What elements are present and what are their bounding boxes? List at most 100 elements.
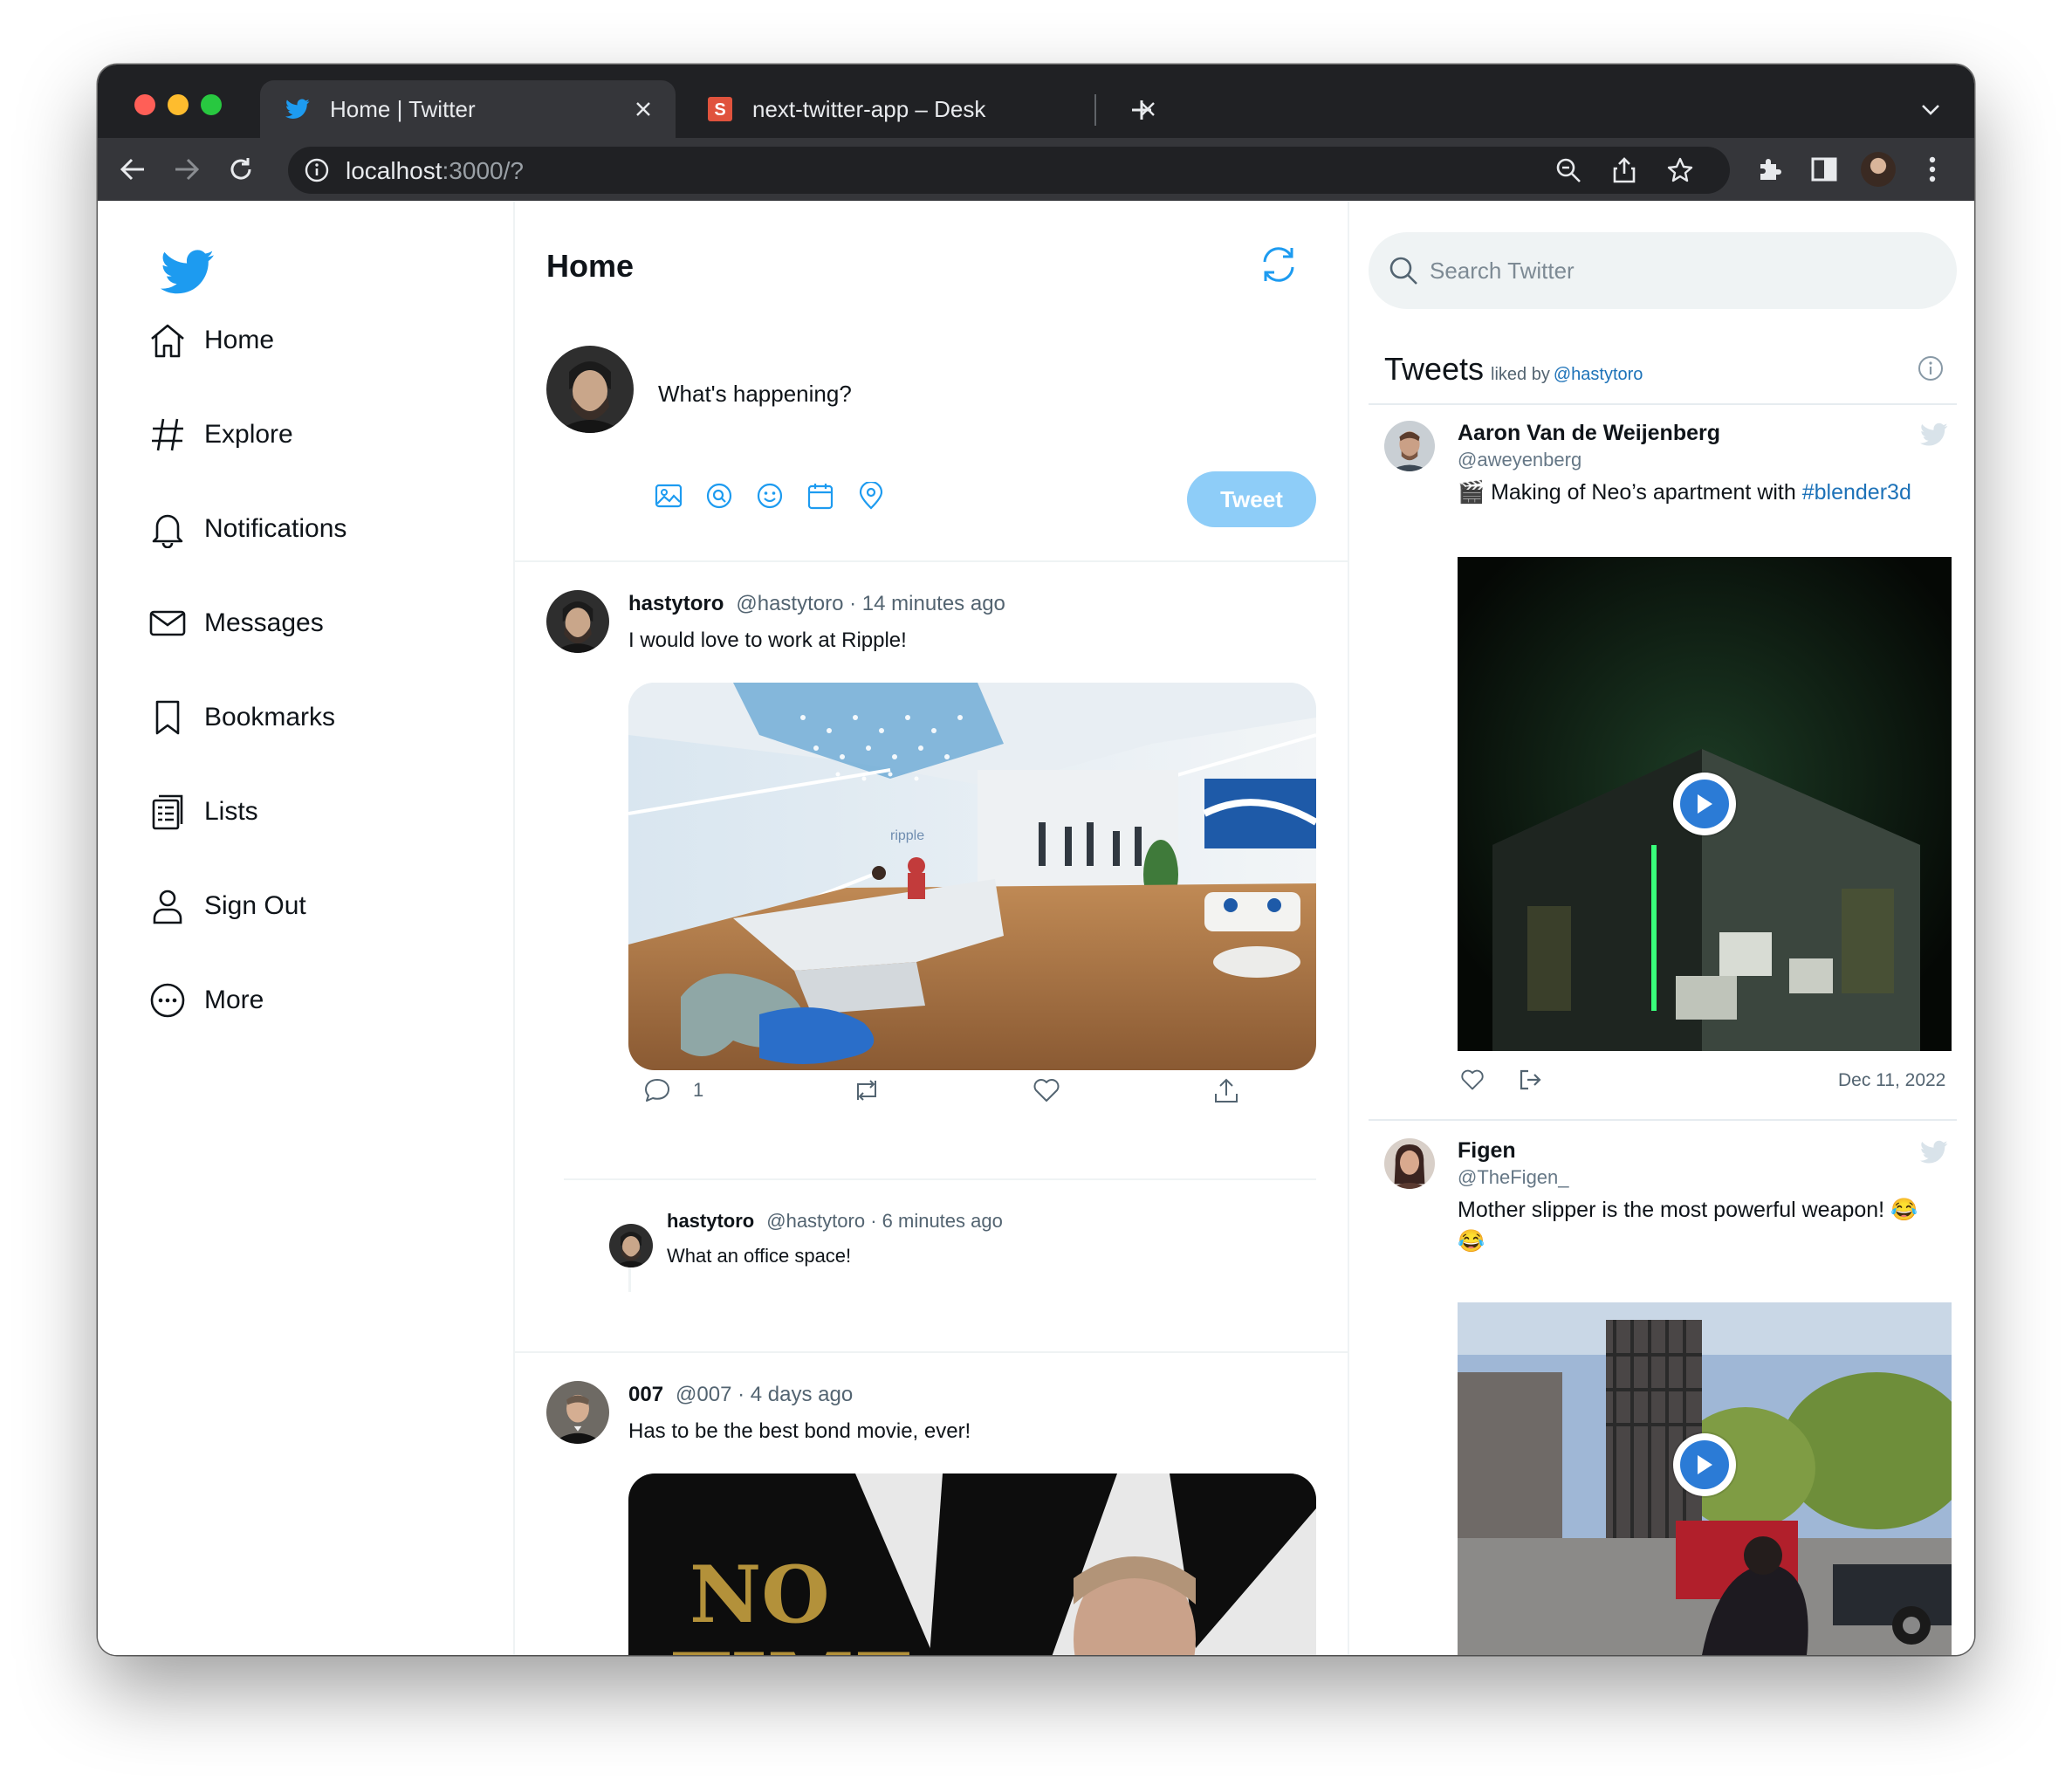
bookmark-star-icon[interactable] xyxy=(1665,155,1695,185)
user-icon xyxy=(148,887,187,925)
schedule-icon[interactable] xyxy=(805,480,836,512)
embedded-handle[interactable]: @aweyenberg xyxy=(1458,449,1581,471)
address-bar[interactable]: localhost:3000/? xyxy=(288,147,1730,194)
reload-icon[interactable] xyxy=(223,152,258,187)
sidebar-item-label: Bookmarks xyxy=(204,703,336,732)
avatar[interactable] xyxy=(546,346,634,433)
reply-action[interactable]: 1 xyxy=(641,1074,703,1107)
gif-icon[interactable] xyxy=(703,480,735,512)
sidebar-item-bookmarks[interactable]: Bookmarks xyxy=(148,690,335,745)
avatar[interactable] xyxy=(1384,1138,1435,1189)
search-box[interactable] xyxy=(1369,232,1957,309)
zoom-window-button[interactable] xyxy=(201,94,222,115)
twitter-bird-icon[interactable] xyxy=(1920,1140,1948,1164)
sidebar-item-more[interactable]: More xyxy=(148,972,264,1028)
embedded-video-neo-apartment[interactable] xyxy=(1458,557,1952,1051)
search-icon xyxy=(1389,257,1417,285)
tab-search-chevron-icon[interactable] xyxy=(1913,93,1948,127)
tweet-image-movie-poster[interactable]: NO TIME xyxy=(628,1473,1316,1655)
twitter-bird-icon[interactable] xyxy=(1920,422,1948,447)
more-icon xyxy=(148,981,187,1020)
zoom-icon[interactable] xyxy=(1554,155,1583,185)
sidebar-item-lists[interactable]: Lists xyxy=(148,784,258,840)
compose-input[interactable] xyxy=(658,381,1182,408)
close-tab-icon[interactable] xyxy=(630,96,656,122)
tweet-handle[interactable]: @hastytoro xyxy=(736,592,843,615)
browser-window: Home | Twitter S next-twitter-app – Desk xyxy=(98,65,1974,1655)
share-action[interactable] xyxy=(1210,1074,1243,1107)
kebab-menu-icon[interactable] xyxy=(1915,152,1950,187)
embedded-handle[interactable]: @TheFigen_ xyxy=(1458,1166,1569,1189)
image-icon[interactable] xyxy=(653,480,684,512)
tweet-header: 007 @007 · 4 days ago xyxy=(628,1383,853,1407)
retweet-action[interactable] xyxy=(850,1074,883,1107)
comment-icon[interactable] xyxy=(641,1074,674,1107)
side-panel-icon[interactable] xyxy=(1807,152,1842,187)
tweet-author-name[interactable]: 007 xyxy=(628,1383,663,1406)
sidebar-item-notifications[interactable]: Notifications xyxy=(148,501,346,557)
embedded-author-name[interactable]: Figen xyxy=(1458,1138,1516,1164)
page-viewport: Home Explore Notifications Messages Book… xyxy=(98,201,1974,1655)
profile-avatar[interactable] xyxy=(1861,152,1896,187)
liked-by-handle[interactable]: @hastytoro xyxy=(1554,365,1643,384)
tweet-handle[interactable]: @007 xyxy=(676,1383,731,1406)
heart-icon[interactable] xyxy=(1458,1065,1487,1095)
reply-handle[interactable]: @hastytoro xyxy=(766,1210,865,1232)
avatar[interactable] xyxy=(546,1381,609,1444)
emoji-icon[interactable] xyxy=(754,480,786,512)
share-icon[interactable] xyxy=(1609,155,1639,185)
main-feed: Home What's happening? Tweet hastytoro @… xyxy=(515,201,1348,1655)
site-info-icon[interactable] xyxy=(304,157,330,183)
sidebar-item-sign-out[interactable]: Sign Out xyxy=(148,878,306,934)
sidebar-item-label: More xyxy=(204,986,264,1014)
heart-icon[interactable] xyxy=(1030,1074,1063,1107)
url-host: localhost xyxy=(346,157,443,184)
embedded-date[interactable]: Dec 11, 2022 xyxy=(1838,1070,1945,1091)
play-video-button[interactable] xyxy=(1673,1433,1736,1496)
sidebar-item-messages[interactable]: Messages xyxy=(148,595,324,651)
close-window-button[interactable] xyxy=(134,94,155,115)
new-tab-button[interactable] xyxy=(1124,93,1159,127)
retweet-icon[interactable] xyxy=(850,1074,883,1107)
location-icon[interactable] xyxy=(855,480,887,512)
url-text[interactable]: localhost:3000/? xyxy=(346,157,524,185)
sidebar-item-label: Lists xyxy=(204,797,258,826)
tweet-image-office[interactable]: ripple xyxy=(628,683,1316,1070)
reply-author-name[interactable]: hastytoro xyxy=(667,1210,754,1232)
hashtag-link[interactable]: #blender3d xyxy=(1802,480,1911,505)
home-icon xyxy=(148,321,187,360)
minimize-window-button[interactable] xyxy=(168,94,189,115)
sidebar-item-explore[interactable]: Explore xyxy=(148,407,293,463)
embedded-video-slipper[interactable] xyxy=(1458,1302,1952,1655)
search-input[interactable] xyxy=(1430,251,1918,290)
info-icon[interactable] xyxy=(1917,354,1945,382)
liked-tweets-header: Tweets liked by @hastytoro xyxy=(1384,351,1643,388)
tweet-time: 14 minutes ago xyxy=(861,592,1005,615)
sidebar-item-home[interactable]: Home xyxy=(148,313,274,368)
divider xyxy=(564,1178,1316,1180)
embedded-text: Mother slipper is the most powerful weap… xyxy=(1458,1198,1918,1254)
share-icon[interactable] xyxy=(1515,1065,1545,1095)
avatar[interactable] xyxy=(1384,421,1435,471)
liked-by-label: liked by xyxy=(1491,365,1550,384)
hashtag-icon xyxy=(148,416,187,454)
tab-next-twitter-app[interactable]: S next-twitter-app – Desk xyxy=(683,80,1180,138)
avatar[interactable] xyxy=(609,1224,653,1267)
play-video-button[interactable] xyxy=(1673,773,1736,835)
extensions-puzzle-icon[interactable] xyxy=(1753,152,1787,187)
twitter-bird-icon[interactable] xyxy=(161,250,215,295)
like-action[interactable] xyxy=(1030,1074,1063,1107)
tweet-button[interactable]: Tweet xyxy=(1187,471,1316,527)
back-arrow-icon[interactable] xyxy=(115,152,150,187)
browser-toolbar: localhost:3000/? xyxy=(98,138,1974,201)
share-icon[interactable] xyxy=(1210,1074,1243,1107)
tweet-author-name[interactable]: hastytoro xyxy=(628,592,724,615)
tab-home-twitter[interactable]: Home | Twitter xyxy=(260,80,676,138)
avatar[interactable] xyxy=(546,590,609,653)
envelope-icon xyxy=(148,604,187,642)
forward-arrow-icon[interactable] xyxy=(169,152,204,187)
reply-time: 6 minutes ago xyxy=(882,1210,1003,1232)
reply-dot: · xyxy=(865,1210,882,1232)
embedded-author-name[interactable]: Aaron Van de Weijenberg xyxy=(1458,421,1720,446)
refresh-icon[interactable] xyxy=(1257,243,1300,286)
